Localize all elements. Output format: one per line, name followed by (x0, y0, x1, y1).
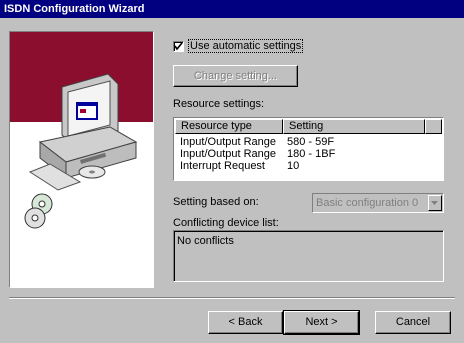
setting-cell: 580 - 59F (287, 136, 335, 148)
change-setting-button[interactable]: Change setting... (173, 65, 298, 87)
setting-based-on-value: Basic configuration 0 (316, 197, 419, 209)
next-button[interactable]: Next > (283, 310, 360, 335)
setting-cell: 180 - 1BF (287, 148, 336, 160)
table-row[interactable]: Interrupt Request 10 (175, 160, 299, 172)
conflicting-device-list[interactable]: No conflicts (173, 230, 444, 282)
conflicting-device-label: Conflicting device list: (173, 217, 279, 229)
table-row[interactable]: Input/Output Range 180 - 1BF (175, 148, 335, 160)
cd-icon (24, 193, 53, 229)
window-title: ISDN Configuration Wizard (4, 3, 145, 15)
title-bar: ISDN Configuration Wizard (0, 0, 464, 18)
setting-cell: 10 (287, 160, 300, 172)
combo-dropdown-button[interactable] (428, 195, 442, 211)
use-automatic-row[interactable]: Use automatic settings (173, 38, 304, 54)
separator-line (9, 297, 455, 299)
back-button[interactable]: < Back (208, 311, 283, 334)
use-automatic-label: Use automatic settings (187, 39, 304, 53)
setting-based-on-label: Setting based on: (173, 196, 259, 208)
resource-settings-label: Resource settings: (173, 98, 265, 110)
resource-list[interactable]: Resource type Setting Input/Output Range… (173, 117, 444, 181)
table-row[interactable]: Input/Output Range 580 - 59F (175, 136, 334, 148)
dropdown-arrow-icon (431, 201, 438, 205)
cancel-button[interactable]: Cancel (375, 311, 451, 334)
wizard-graphic (9, 31, 154, 288)
resource-type-cell: Input/Output Range (180, 148, 277, 160)
column-filler (425, 119, 442, 134)
column-setting[interactable]: Setting (283, 119, 425, 134)
resource-type-cell: Input/Output Range (180, 136, 277, 148)
checkmark-icon (174, 41, 183, 50)
resource-list-header: Resource type Setting (175, 119, 442, 134)
setting-based-on-select[interactable]: Basic configuration 0 (312, 193, 444, 213)
column-resource-type[interactable]: Resource type (175, 119, 283, 134)
resource-type-cell: Interrupt Request (180, 160, 265, 172)
use-automatic-checkbox[interactable] (173, 40, 184, 52)
conflicts-text: No conflicts (177, 235, 234, 247)
